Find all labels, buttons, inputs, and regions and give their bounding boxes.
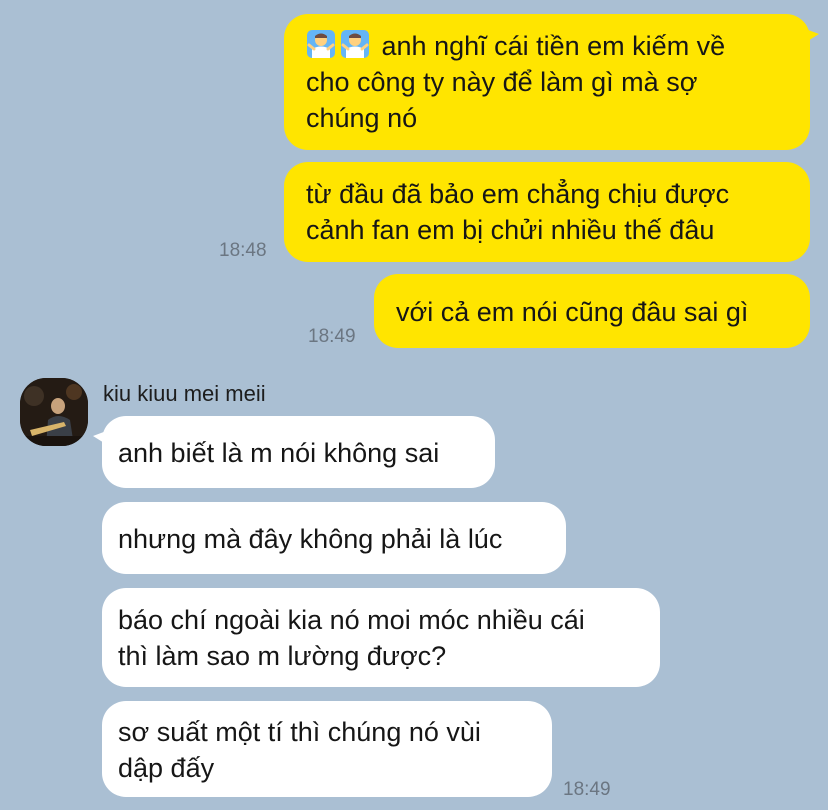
- incoming-message-bubble[interactable]: nhưng mà đây không phải là lúc: [102, 502, 566, 574]
- timestamp: 18:49: [308, 326, 356, 347]
- incoming-message-bubble[interactable]: anh biết là m nói không sai: [93, 416, 495, 488]
- message-line: chúng nó: [306, 103, 418, 133]
- message-line: báo chí ngoài kia nó moi móc nhiều cái: [118, 605, 585, 635]
- avatar-photo-icon: [20, 378, 88, 446]
- outgoing-message-bubble[interactable]: anh nghĩ cái tiền em kiếm về cho công ty…: [284, 14, 819, 150]
- message-line: thì làm sao m lường được?: [118, 641, 447, 671]
- message-line: với cả em nói cũng đâu sai gì: [396, 297, 749, 327]
- outgoing-message-bubble[interactable]: từ đầu đã bảo em chẳng chịu được cảnh fa…: [284, 162, 810, 262]
- person-shrugging-icon: [307, 30, 335, 58]
- timestamp: 18:49: [563, 779, 611, 800]
- incoming-message-bubble[interactable]: báo chí ngoài kia nó moi móc nhiều cái t…: [102, 588, 660, 687]
- person-shrugging-icon: [341, 30, 369, 58]
- message-line: anh biết là m nói không sai: [118, 438, 440, 468]
- message-line: cảnh fan em bị chửi nhiều thế đâu: [306, 215, 715, 245]
- incoming-message-bubble[interactable]: sơ suất một tí thì chúng nó vùi dập đấy: [102, 701, 552, 797]
- message-line: nhưng mà đây không phải là lúc: [118, 524, 503, 554]
- contact-name: kiu kiuu mei meii: [103, 381, 266, 406]
- message-line: sơ suất một tí thì chúng nó vùi: [118, 717, 481, 747]
- avatar[interactable]: [20, 378, 88, 446]
- message-line: dập đấy: [118, 753, 215, 783]
- timestamp: 18:48: [219, 240, 267, 261]
- message-line: từ đầu đã bảo em chẳng chịu được: [306, 179, 730, 209]
- outgoing-message-bubble[interactable]: với cả em nói cũng đâu sai gì: [374, 274, 810, 348]
- message-text: anh nghĩ cái tiền em kiếm về: [381, 31, 726, 61]
- message-line: anh nghĩ cái tiền em kiếm về: [306, 28, 788, 64]
- message-line: cho công ty này để làm gì mà sợ: [306, 67, 698, 97]
